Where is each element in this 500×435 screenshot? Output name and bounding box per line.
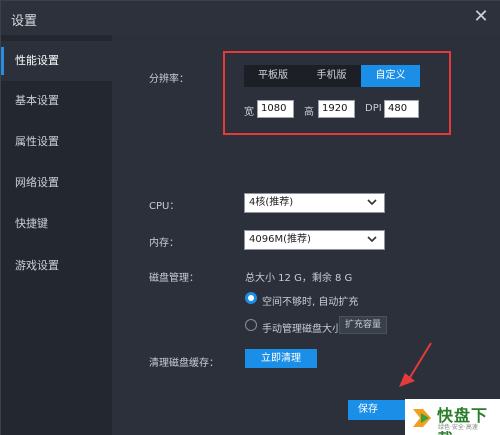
width-label: 宽: [244, 107, 254, 118]
cpu-select[interactable]: 4核(推荐): [244, 193, 385, 213]
disk-auto-radio[interactable]: [245, 292, 257, 304]
resolution-segmented: 平板版 手机版 自定义: [244, 65, 420, 87]
chevron-down-icon: [367, 199, 377, 206]
cache-label: 清理磁盘缓存：: [149, 358, 219, 369]
expand-capacity-button[interactable]: 扩充容量: [339, 316, 387, 334]
chevron-down-icon: [367, 236, 377, 243]
sidebar-item-performance[interactable]: 性能设置: [1, 41, 112, 81]
disk-summary: 总大小 12 G，剩余 8 G: [245, 273, 353, 284]
sidebar: 性能设置 基本设置 属性设置 网络设置 快捷键 游戏设置: [1, 35, 112, 435]
save-button[interactable]: 保存: [348, 400, 410, 420]
settings-window: 设置 ✕ 性能设置 基本设置 属性设置 网络设置 快捷键 游戏设置 分辨率： 平…: [0, 0, 500, 435]
memory-label: 内存：: [149, 238, 179, 249]
memory-select[interactable]: 4096M(推荐): [244, 230, 385, 250]
title-bar: 设置 ✕: [1, 1, 500, 35]
disk-auto-label: 空间不够时, 自动扩充: [262, 297, 359, 308]
clear-cache-button[interactable]: 立即清理: [245, 349, 317, 368]
height-input[interactable]: 1920: [318, 100, 355, 118]
close-icon[interactable]: ✕: [471, 7, 491, 27]
sidebar-item-shortcuts[interactable]: 快捷键: [1, 204, 112, 244]
sidebar-item-basic[interactable]: 基本设置: [1, 81, 112, 121]
dpi-label: DPI: [365, 103, 382, 114]
sidebar-item-network[interactable]: 网络设置: [1, 163, 112, 203]
cpu-label: CPU：: [149, 201, 180, 212]
dpi-input[interactable]: 480: [384, 100, 419, 118]
disk-manual-radio[interactable]: [245, 319, 257, 331]
watermark-logo-icon: [413, 409, 431, 427]
disk-label: 磁盘管理：: [149, 273, 199, 284]
highlight-box: [223, 51, 451, 135]
watermark-sub: 绿色·安全·高速: [438, 424, 478, 431]
window-title: 设置: [11, 14, 38, 29]
resolution-phone-button[interactable]: 手机版: [302, 65, 361, 87]
cpu-value: 4核(推荐): [249, 197, 294, 208]
watermark-logo: 快盘下载 绿色·安全·高速: [405, 399, 500, 435]
sidebar-item-properties[interactable]: 属性设置: [1, 122, 112, 162]
disk-manual-label: 手动管理磁盘大小: [262, 324, 342, 335]
height-label: 高: [304, 107, 314, 118]
annotation-arrow-icon: [399, 342, 432, 387]
memory-value: 4096M(推荐): [249, 234, 311, 245]
sidebar-item-game[interactable]: 游戏设置: [1, 246, 112, 286]
resolution-label: 分辨率：: [149, 74, 189, 85]
resolution-tablet-button[interactable]: 平板版: [244, 65, 302, 87]
width-input[interactable]: 1080: [257, 100, 294, 118]
resolution-custom-button[interactable]: 自定义: [361, 65, 420, 87]
